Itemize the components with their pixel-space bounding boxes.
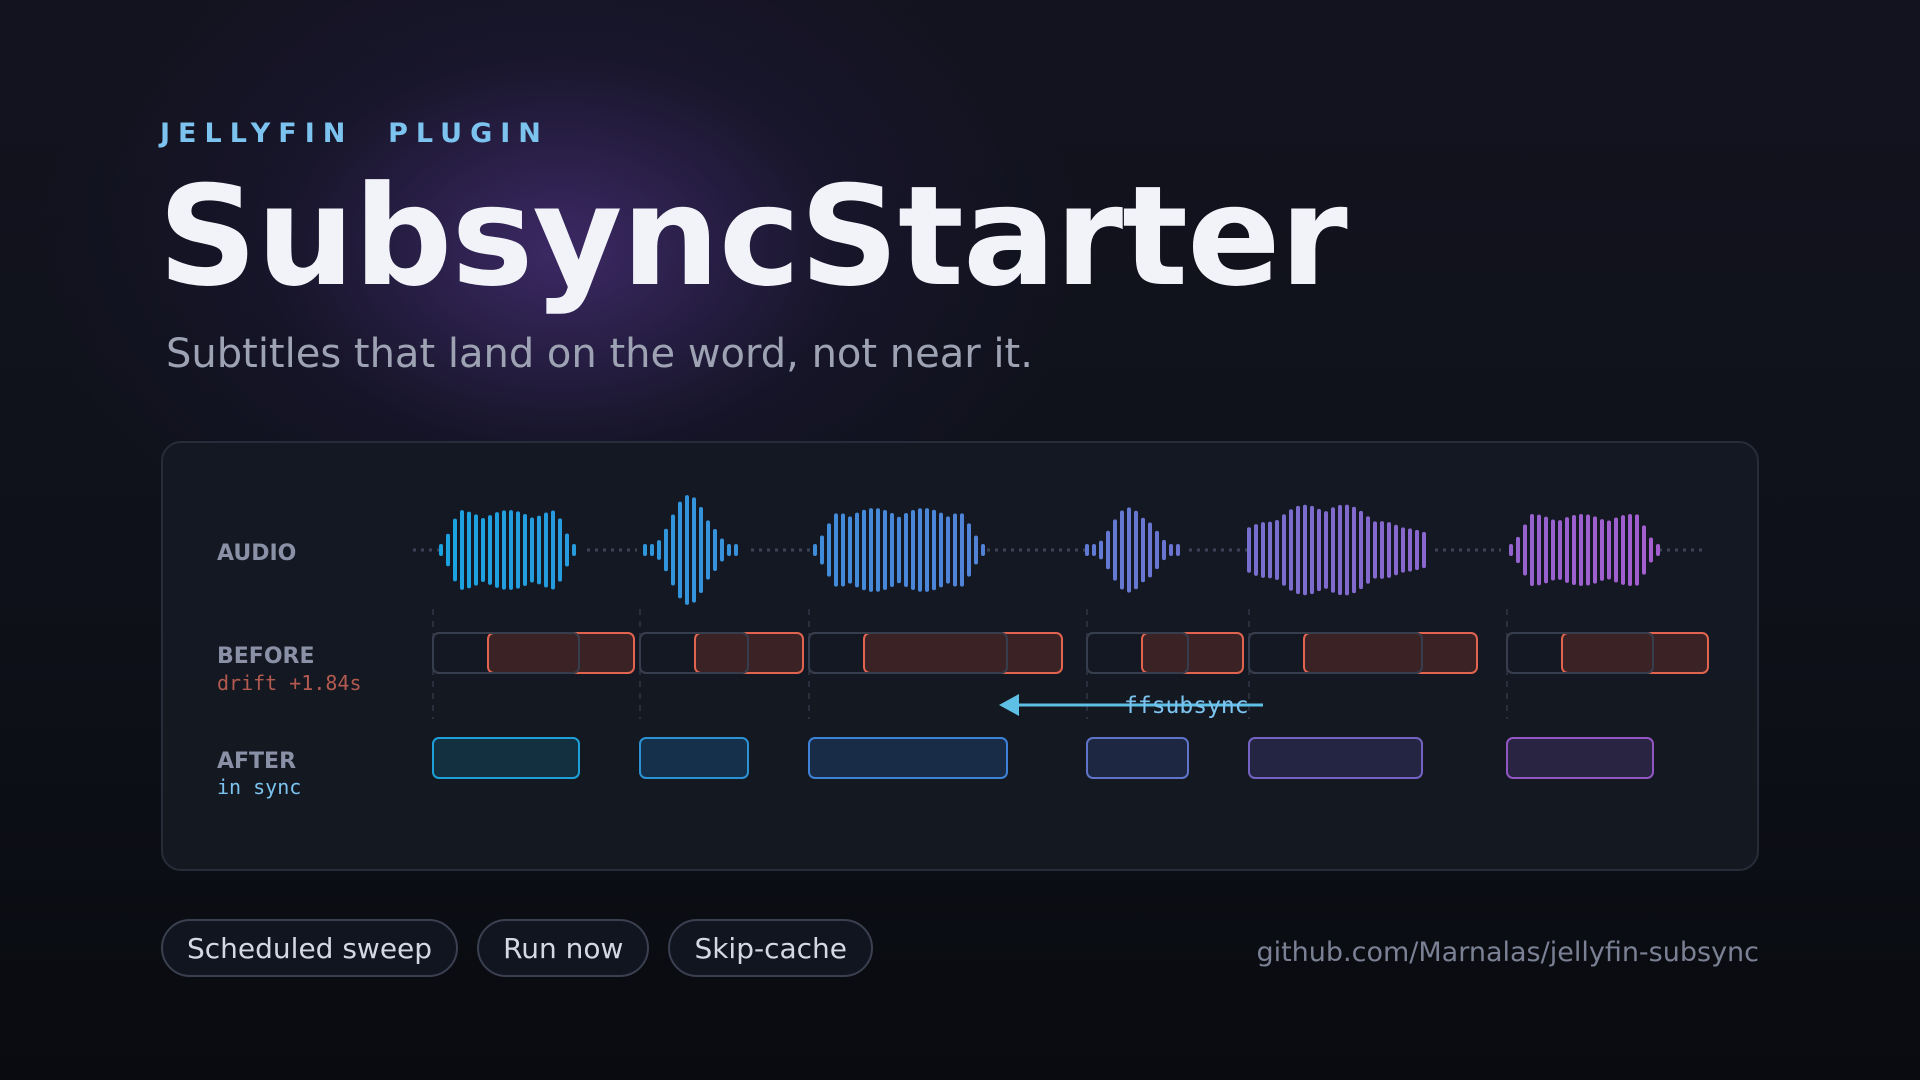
drift-value: drift +1.84s — [217, 671, 362, 695]
before-subtitle-track — [432, 609, 1709, 719]
drifted-cue — [1141, 632, 1244, 674]
synced-cue — [1506, 737, 1654, 779]
sync-status: in sync — [217, 775, 301, 799]
drifted-cue — [1561, 632, 1709, 674]
synced-cue — [432, 737, 580, 779]
synced-cue — [1248, 737, 1423, 779]
after-row-label: AFTER — [217, 749, 296, 774]
audio-waveform — [413, 495, 1703, 605]
page-title: SubsyncStarter — [158, 156, 1348, 317]
drifted-cue — [1303, 632, 1478, 674]
tag-run-now[interactable]: Run now — [477, 919, 650, 977]
drifted-cue — [487, 632, 635, 674]
eyebrow-label: JELLYFIN PLUGIN — [160, 118, 549, 149]
tag-scheduled-sweep[interactable]: Scheduled sweep — [161, 919, 459, 977]
timeline-diagram: AUDIO BEFORE drift +1.84s AFTER in sync … — [217, 495, 1709, 799]
tagline: Subtitles that land on the word, not nea… — [166, 331, 1033, 377]
drifted-cue — [863, 632, 1063, 674]
repo-link[interactable]: github.com/Marnalas/jellyfin-subsync — [1256, 937, 1759, 968]
timeline-panel: AUDIO BEFORE drift +1.84s AFTER in sync … — [161, 441, 1759, 871]
synced-cue — [808, 737, 1008, 779]
audio-row-label: AUDIO — [217, 541, 296, 566]
after-subtitle-track — [432, 737, 1654, 779]
before-row-label: BEFORE — [217, 644, 315, 669]
feature-tags: Scheduled sweep Run now Skip-cache — [161, 919, 874, 977]
ffsubsync-label: ffsubsync — [1124, 693, 1249, 719]
synced-cue — [639, 737, 749, 779]
tag-skip-cache[interactable]: Skip-cache — [668, 919, 874, 977]
synced-cue — [1086, 737, 1189, 779]
